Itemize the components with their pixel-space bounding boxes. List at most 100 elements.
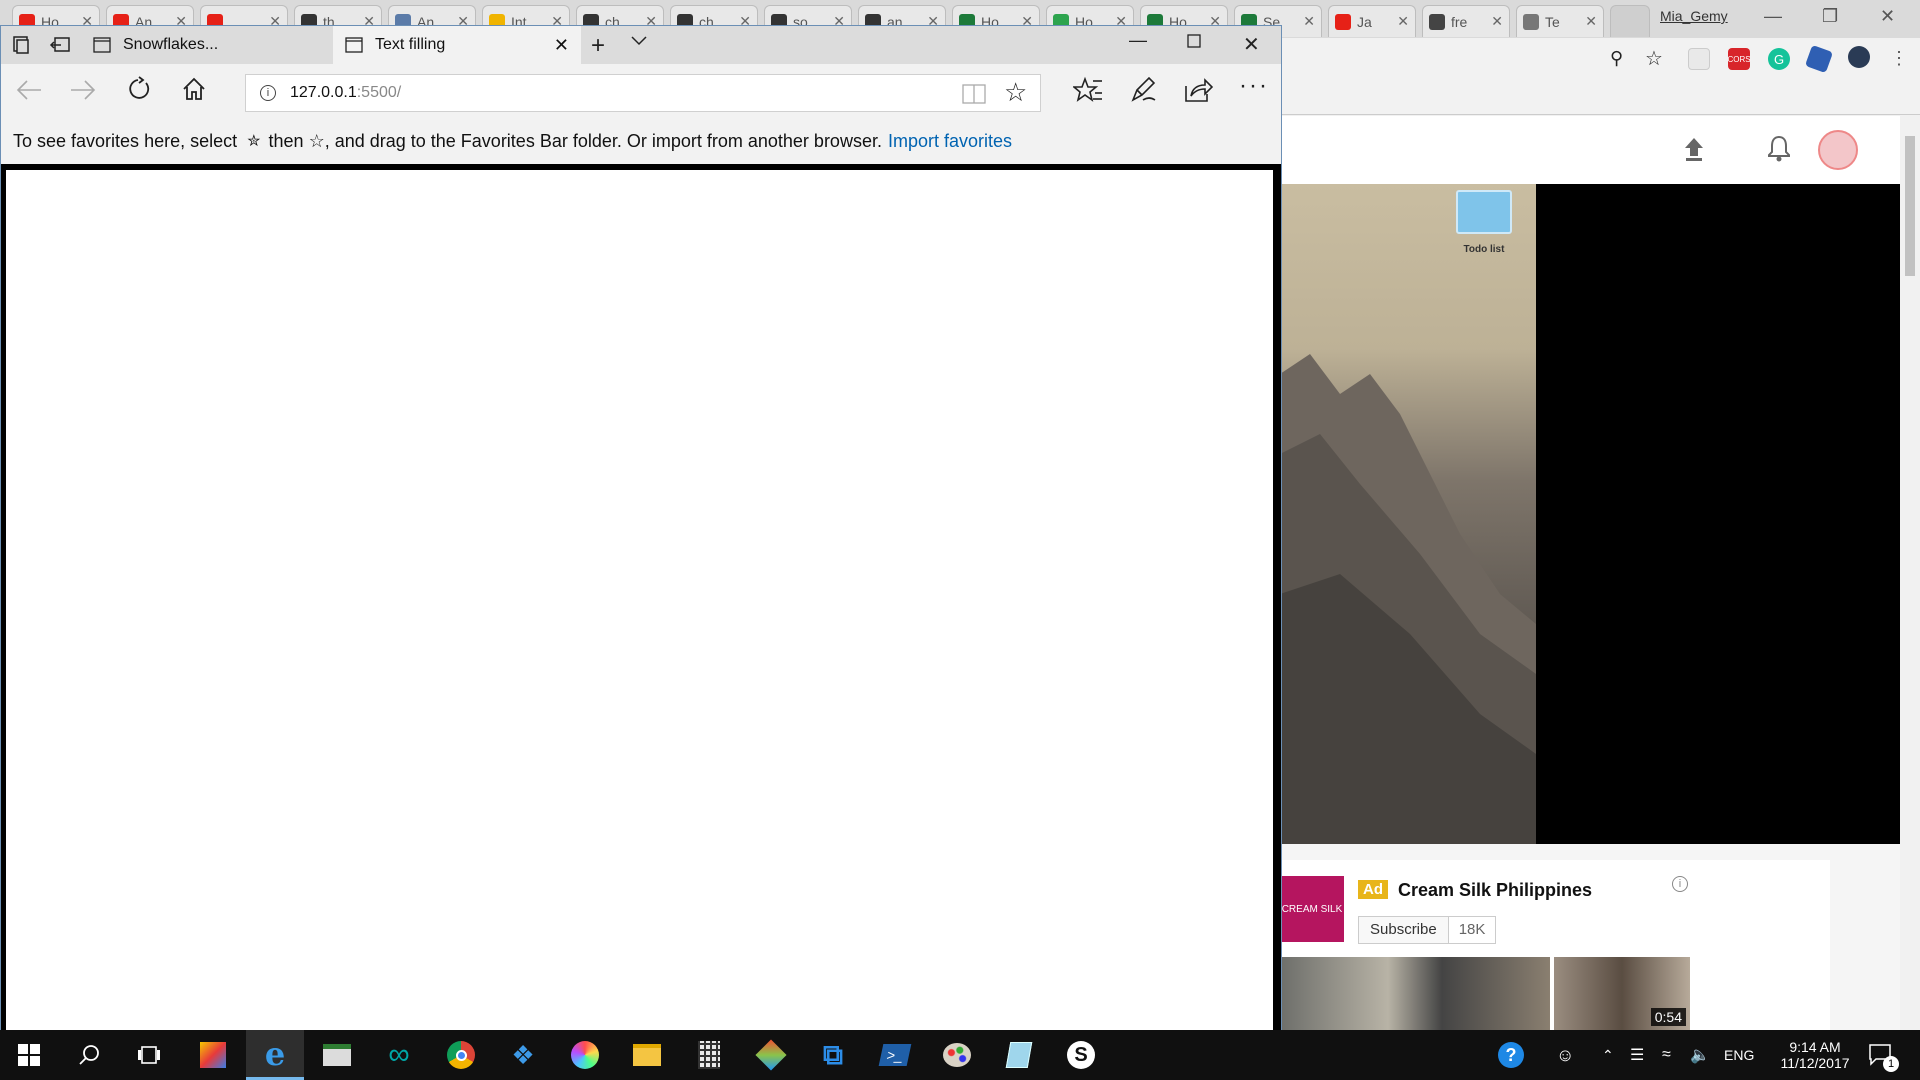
clock-time: 9:14 AM xyxy=(1789,1039,1841,1055)
favorite-star-icon[interactable]: ☆ xyxy=(1004,77,1027,108)
file-explorer-icon xyxy=(633,1044,661,1066)
taskbar-edge[interactable]: e xyxy=(246,1030,304,1080)
close-tab-icon[interactable]: ✕ xyxy=(554,35,569,56)
avatar[interactable] xyxy=(1818,130,1858,170)
extension-icon[interactable] xyxy=(1688,48,1710,70)
channel-logo[interactable]: CREAM SILK xyxy=(1280,876,1344,942)
forward-arrow-icon[interactable] xyxy=(69,78,97,102)
search-button[interactable] xyxy=(60,1030,118,1080)
taskbar-vscode[interactable]: ⧉ xyxy=(804,1030,862,1080)
set-tabs-aside-icon[interactable] xyxy=(49,35,71,55)
close-icon[interactable]: ✕ xyxy=(1585,13,1597,30)
taskbar-photo-app[interactable] xyxy=(184,1030,242,1080)
action-center-button[interactable]: 1 xyxy=(1868,1030,1899,1080)
info-icon[interactable]: i xyxy=(1672,876,1688,892)
color-picker-icon xyxy=(571,1041,599,1069)
people-icon[interactable]: ☺ xyxy=(1556,1030,1574,1080)
web-page-canvas[interactable] xyxy=(6,170,1273,1031)
ad-video-thumbnail[interactable] xyxy=(1280,957,1550,1030)
taskbar-chrome[interactable] xyxy=(432,1030,490,1080)
upload-icon[interactable] xyxy=(1682,136,1706,162)
language-indicator[interactable]: ENG xyxy=(1724,1030,1754,1080)
tab-snowflakes[interactable]: Snowflakes... xyxy=(81,26,331,64)
new-tab-icon[interactable]: + xyxy=(591,32,605,60)
refresh-icon[interactable] xyxy=(125,76,151,102)
chrome-minimize-button[interactable]: — xyxy=(1764,6,1782,27)
close-window-button[interactable]: ✕ xyxy=(1243,32,1260,57)
maximize-button[interactable] xyxy=(1187,34,1201,48)
minimize-button[interactable]: — xyxy=(1129,30,1147,51)
page-scrollbar[interactable] xyxy=(1900,116,1920,1030)
channel-name[interactable]: Cream Silk Philippines xyxy=(1398,880,1592,901)
chrome-tab[interactable]: Te ✕ xyxy=(1516,5,1604,37)
close-icon[interactable]: ✕ xyxy=(1303,13,1315,30)
back-arrow-icon[interactable] xyxy=(15,78,43,102)
volume-icon[interactable]: 🔈 xyxy=(1690,1030,1710,1080)
taskbar-file-explorer[interactable] xyxy=(618,1030,676,1080)
tab-sets-icon[interactable] xyxy=(11,35,31,55)
close-icon[interactable]: ✕ xyxy=(1491,13,1503,30)
import-favorites-link[interactable]: Import favorites xyxy=(888,131,1012,152)
zoom-icon[interactable]: ⚲ xyxy=(1610,48,1623,69)
favorites-hub-icon[interactable] xyxy=(1073,76,1103,104)
chrome-new-tab-button[interactable] xyxy=(1610,5,1650,37)
ad-video-thumbnail[interactable]: 0:54 xyxy=(1554,957,1690,1030)
chrome-close-button[interactable]: ✕ xyxy=(1880,6,1895,27)
more-menu-icon[interactable]: ··· xyxy=(1239,72,1269,100)
notifications-bell-icon[interactable] xyxy=(1766,134,1792,162)
chrome-tab[interactable]: Ja ✕ xyxy=(1328,5,1416,37)
url-port: :5500/ xyxy=(356,84,402,101)
taskbar-skype[interactable]: S xyxy=(1052,1030,1110,1080)
chrome-profile-name[interactable]: Mia_Gemy xyxy=(1660,8,1728,24)
taskbar-git[interactable] xyxy=(742,1030,800,1080)
chrome-toolbar: ⚲ ☆ CORS G ⋮ xyxy=(1280,40,1920,115)
input-indicator-icon[interactable]: ☰ xyxy=(1630,1030,1644,1080)
tab-label: Text filling xyxy=(375,36,446,53)
start-button[interactable] xyxy=(0,1030,58,1080)
taskbar-powershell[interactable]: >_ xyxy=(866,1030,924,1080)
taskbar-paint[interactable] xyxy=(928,1030,986,1080)
chrome-icon xyxy=(447,1041,475,1069)
taskbar-color-picker[interactable] xyxy=(556,1030,614,1080)
site-info-icon[interactable]: i xyxy=(260,85,276,101)
ad-card: CREAM SILK Ad Cream Silk Philippines i S… xyxy=(1280,860,1830,1030)
chrome-tab-label: Te xyxy=(1545,13,1560,30)
scrollbar-thumb[interactable] xyxy=(1905,136,1915,276)
mountain-image xyxy=(1280,354,1536,844)
show-hidden-icons-chevron[interactable]: ⌃ xyxy=(1602,1030,1614,1080)
youtube-header xyxy=(1280,116,1900,184)
clock[interactable]: 9:14 AM 11/12/2017 xyxy=(1770,1030,1860,1080)
reading-view-icon[interactable] xyxy=(962,83,986,110)
taskbar-dropbox[interactable]: ❖ xyxy=(494,1030,552,1080)
dropbox-icon: ❖ xyxy=(511,1039,535,1070)
subscribe-button[interactable]: Subscribe xyxy=(1359,917,1448,943)
chrome-menu-icon[interactable]: ⋮ xyxy=(1890,48,1908,69)
folder-icon[interactable] xyxy=(1456,190,1512,234)
favorites-hint-text: To see favorites here, select xyxy=(13,130,238,151)
chrome-restore-button[interactable]: ❐ xyxy=(1822,6,1838,27)
taskbar-notepad[interactable] xyxy=(990,1030,1048,1080)
close-icon[interactable]: ✕ xyxy=(1397,13,1409,30)
web-note-pen-icon[interactable] xyxy=(1129,76,1157,104)
chrome-tab[interactable]: fre ✕ xyxy=(1422,5,1510,37)
subscriber-count: 18K xyxy=(1447,917,1496,943)
taskbar-calculator[interactable] xyxy=(680,1030,738,1080)
grammarly-icon[interactable]: G xyxy=(1768,48,1790,70)
cors-extension-icon[interactable]: CORS xyxy=(1727,48,1751,70)
wifi-icon[interactable]: ≈ xyxy=(1662,1030,1671,1080)
taskbar-screen-sketch[interactable] xyxy=(308,1030,366,1080)
edge-toolbar: i 127.0.0.1:5500/ ☆ ··· xyxy=(1,64,1281,118)
home-icon[interactable] xyxy=(181,76,207,102)
bookmark-star-icon[interactable]: ☆ xyxy=(1645,46,1663,71)
help-icon[interactable]: ? xyxy=(1498,1030,1524,1080)
chevron-down-icon[interactable] xyxy=(631,36,647,46)
git-icon xyxy=(755,1039,787,1071)
extension-tag-icon[interactable] xyxy=(1804,44,1834,74)
share-icon[interactable] xyxy=(1183,76,1213,104)
taskbar-arduino[interactable]: ∞ xyxy=(370,1030,428,1080)
address-bar[interactable]: i 127.0.0.1:5500/ ☆ xyxy=(245,74,1041,112)
tab-text-filling[interactable]: Text filling ✕ xyxy=(333,26,581,64)
clock-date: 11/12/2017 xyxy=(1780,1055,1850,1071)
new-extension-icon[interactable] xyxy=(1848,46,1870,68)
task-view-button[interactable] xyxy=(120,1030,178,1080)
